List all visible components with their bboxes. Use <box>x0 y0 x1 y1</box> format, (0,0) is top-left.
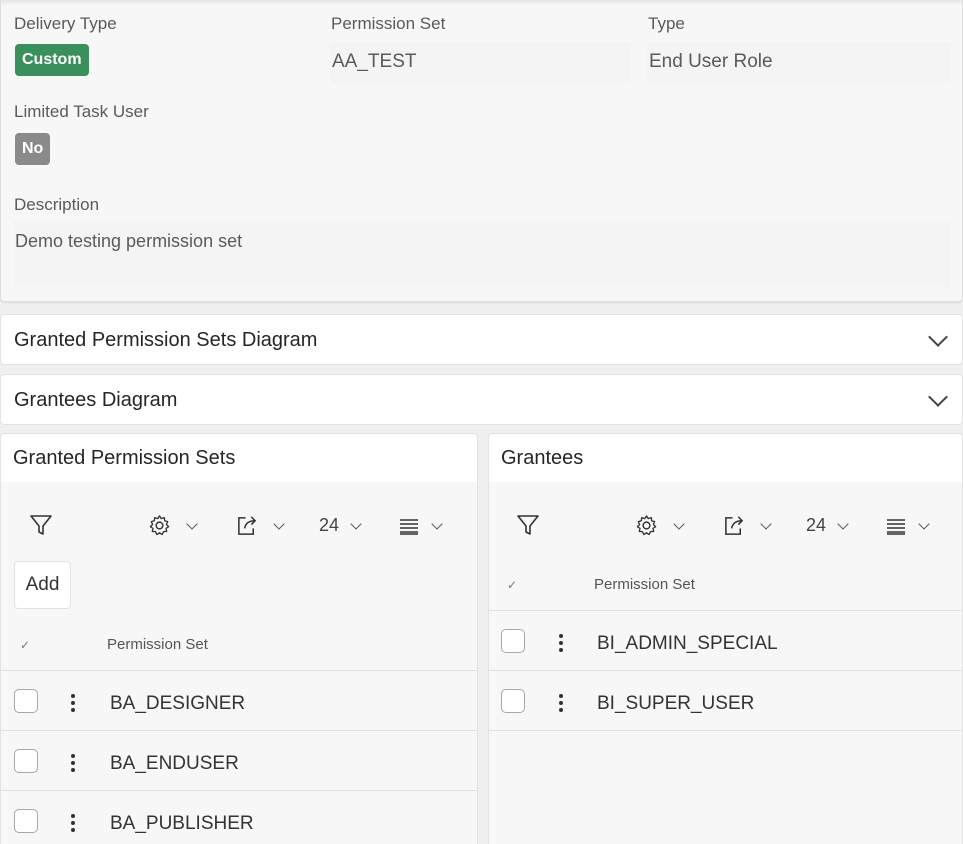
type-value: End User Role <box>649 51 773 72</box>
table-row[interactable]: BA_ENDUSER <box>110 753 239 775</box>
divider <box>489 610 962 611</box>
chevron-down-icon[interactable] <box>928 327 948 347</box>
table-row[interactable]: BI_SUPER_USER <box>597 693 754 715</box>
chevron-down-icon[interactable] <box>760 518 772 530</box>
lines-icon[interactable] <box>885 515 907 537</box>
column-header-permission-set[interactable]: Permission Set <box>594 576 695 593</box>
permission-set-details: Delivery Type Custom Permission Set AA_T… <box>0 0 963 302</box>
granted-permission-sets-panel: Granted Permission Sets 24 Add ✓ Permiss… <box>0 433 478 844</box>
chevron-down-icon[interactable] <box>186 518 198 530</box>
limited-task-user-badge: No <box>15 133 51 165</box>
panel-title: Granted Permission Sets <box>13 447 236 469</box>
divider <box>1 730 477 731</box>
chevron-down-icon[interactable] <box>350 518 362 530</box>
chevron-down-icon[interactable] <box>673 518 685 530</box>
kebab-icon[interactable] <box>559 694 563 715</box>
chevron-down-icon[interactable] <box>928 387 948 407</box>
chevron-down-icon[interactable] <box>431 518 443 530</box>
divider <box>489 670 962 671</box>
gear-icon[interactable] <box>148 514 171 537</box>
export-icon[interactable] <box>723 514 746 537</box>
kebab-icon[interactable] <box>71 814 75 835</box>
granted-diagram-title: Granted Permission Sets Diagram <box>14 329 318 351</box>
kebab-icon[interactable] <box>71 754 75 775</box>
panel-title: Grantees <box>501 447 584 469</box>
column-header-permission-set[interactable]: Permission Set <box>107 636 208 653</box>
filter-icon[interactable] <box>516 513 540 537</box>
export-icon[interactable] <box>236 514 259 537</box>
check-icon[interactable]: ✓ <box>507 578 517 592</box>
divider <box>1 670 477 671</box>
divider <box>1 790 477 791</box>
kebab-icon[interactable] <box>559 634 563 655</box>
add-button[interactable]: Add <box>14 561 71 609</box>
table-row[interactable]: BA_DESIGNER <box>110 693 245 715</box>
check-icon[interactable]: ✓ <box>20 638 30 652</box>
permission-set-value: AA_TEST <box>332 51 417 72</box>
grantees-diagram-title: Grantees Diagram <box>14 389 178 411</box>
chevron-down-icon[interactable] <box>918 518 930 530</box>
grantees-diagram-region[interactable]: Grantees Diagram <box>0 374 963 425</box>
rows-per-page[interactable]: 24 <box>806 515 826 536</box>
type-label: Type <box>648 14 685 33</box>
row-checkbox[interactable] <box>501 629 525 653</box>
panel-header: Granted Permission Sets <box>1 434 477 482</box>
description-label: Description <box>14 195 100 214</box>
row-checkbox[interactable] <box>14 749 38 773</box>
row-checkbox[interactable] <box>501 689 525 713</box>
limited-task-user-label: Limited Task User <box>14 102 149 121</box>
row-checkbox[interactable] <box>14 689 38 713</box>
filter-icon[interactable] <box>29 513 53 537</box>
gear-icon[interactable] <box>635 514 658 537</box>
chevron-down-icon[interactable] <box>273 518 285 530</box>
description-value: Demo testing permission set <box>15 231 243 251</box>
rows-per-page[interactable]: 24 <box>319 515 339 536</box>
delivery-type-badge: Custom <box>15 44 89 76</box>
grantees-panel: Grantees 24 ✓ Permission Set BI_ADMIN_SP… <box>488 433 963 844</box>
divider <box>489 730 962 731</box>
table-row[interactable]: BA_PUBLISHER <box>110 813 254 835</box>
permission-set-label: Permission Set <box>331 14 446 33</box>
delivery-type-label: Delivery Type <box>14 14 117 33</box>
lines-icon[interactable] <box>398 515 420 537</box>
table-row[interactable]: BI_ADMIN_SPECIAL <box>597 633 778 655</box>
granted-permission-sets-diagram-region[interactable]: Granted Permission Sets Diagram <box>0 314 963 365</box>
row-checkbox[interactable] <box>14 809 38 833</box>
chevron-down-icon[interactable] <box>837 518 849 530</box>
panel-header: Grantees <box>489 434 962 482</box>
kebab-icon[interactable] <box>71 694 75 715</box>
